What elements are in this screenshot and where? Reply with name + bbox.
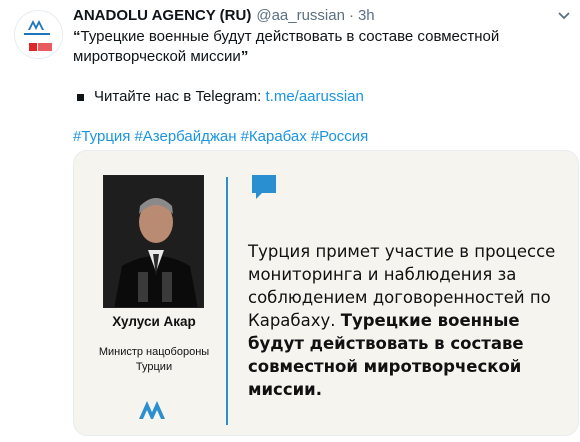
person-role-line-2: Турции [135, 361, 173, 373]
tweet-image-card[interactable]: Хулуси Акар Министр нацобороны Турции Ту… [73, 150, 579, 436]
tweet-text: “Турецкие военные будут действовать в со… [73, 27, 573, 147]
hashtag-karabakh[interactable]: #Карабах [241, 128, 307, 145]
quote-text-1: Турецкие военные будут действовать в сос… [80, 28, 500, 45]
hashtags: #Турция #Азербайджан #Карабах #Россия [73, 127, 573, 147]
card-quote: Турция примет участие в процессе монитор… [248, 240, 576, 401]
display-name[interactable]: ANADOLU AGENCY (RU) [73, 6, 251, 26]
tweet-header: ANADOLU AGENCY (RU) @aa_russian · 3h [73, 6, 573, 26]
avatar[interactable] [14, 10, 63, 59]
timestamp[interactable]: 3h [358, 6, 375, 26]
telegram-link[interactable]: t.me/aarussian [265, 87, 363, 107]
quote-open-mark: “ [73, 28, 81, 45]
telegram-line: Читайте нас в Telegram: t.me/aarussian [73, 87, 573, 107]
person-role: Министр нацобороны Турции [74, 345, 234, 375]
hashtag-turkey[interactable]: #Турция [73, 128, 130, 145]
quote-line-2: миротворческой миссии” [73, 47, 573, 67]
hashtag-russia[interactable]: #Россия [311, 128, 369, 145]
quote-close-mark: ” [240, 48, 249, 65]
chevron-down-icon[interactable] [555, 6, 573, 24]
quote-text-2: миротворческой миссии [73, 48, 241, 65]
tweet[interactable]: ANADOLU AGENCY (RU) @aa_russian · 3h “Ту… [73, 6, 573, 147]
separator-dot: · [348, 7, 354, 24]
handle[interactable]: @aa_russian [256, 6, 345, 26]
anadolu-agency-logo-icon [139, 401, 165, 419]
person-name: Хулуси Акар [112, 314, 196, 329]
anadolu-agency-logo-icon [15, 11, 62, 58]
person-photo [103, 175, 204, 308]
speech-bubble-icon [252, 175, 276, 199]
hashtag-azerbaijan[interactable]: #Азербайджан [134, 128, 236, 145]
accent-divider [226, 177, 228, 425]
bullet-icon [77, 93, 84, 101]
person-role-line-1: Министр нацобороны [98, 346, 210, 358]
telegram-prefix: Читайте нас в Telegram: [94, 88, 262, 105]
quote-line-1: “Турецкие военные будут действовать в со… [73, 27, 573, 47]
